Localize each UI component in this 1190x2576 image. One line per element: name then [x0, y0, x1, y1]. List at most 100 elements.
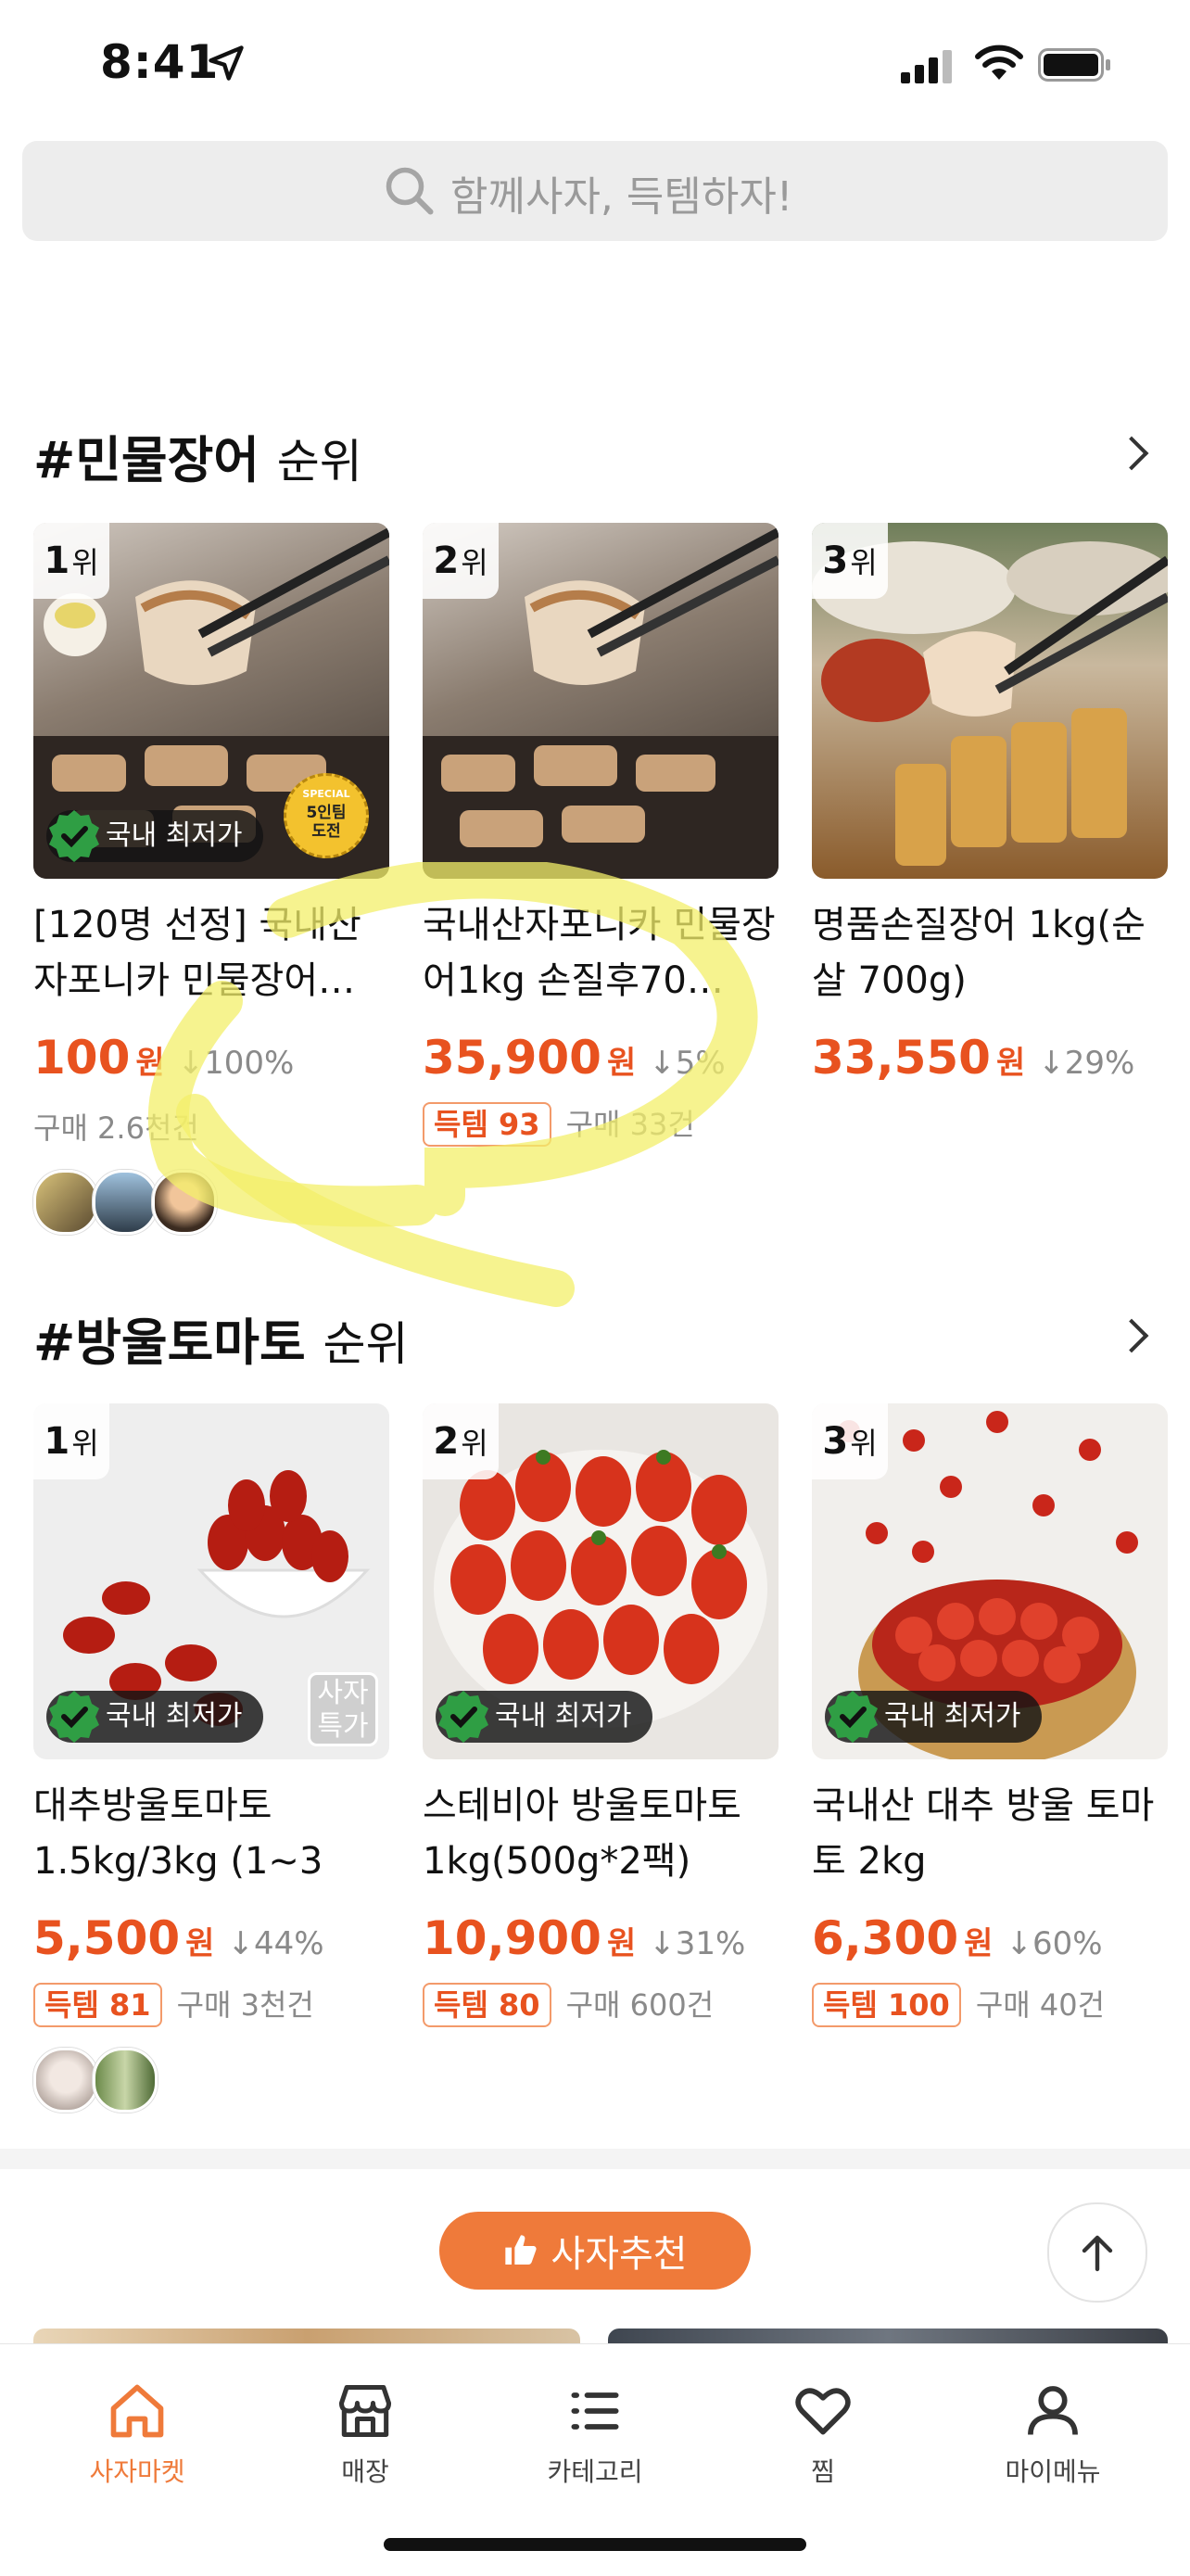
- product-name: 명품손질장어 1kg(순살 700g): [812, 904, 1146, 1002]
- verified-check-icon: [438, 1691, 488, 1743]
- rank-unit: 위: [461, 545, 488, 580]
- product-card[interactable]: 2위 국내 최저가 스테비아 방울토마토 1kg(500g*2팩) 10,900…: [423, 1403, 779, 2027]
- section-suffix: 순위: [276, 435, 362, 489]
- price-unit: 원: [185, 1925, 215, 1962]
- heart-icon: [795, 2388, 851, 2435]
- chevron-right-icon[interactable]: [1114, 1318, 1149, 1353]
- status-time: 8:41: [100, 35, 220, 89]
- product-image: 3위: [812, 523, 1168, 879]
- badge-label: 국내 최저가: [106, 1700, 243, 1732]
- search-icon: [386, 167, 434, 215]
- lowest-price-badge: 국내 최저가: [436, 1691, 652, 1743]
- rank-badge: 1위: [33, 523, 109, 599]
- rank-number: 3: [822, 1420, 849, 1463]
- discount-value: 31%: [675, 1925, 746, 1962]
- deal-tag: 득템 81: [33, 1983, 162, 2027]
- store-icon: [338, 2384, 392, 2438]
- price-row: 5,500 원 ↓44%: [33, 1911, 389, 1965]
- highlight-scribble: [147, 862, 758, 1307]
- verified-check-icon: [49, 810, 99, 862]
- rank-unit: 위: [71, 1426, 99, 1461]
- tab-category[interactable]: 카테고리: [502, 2363, 688, 2489]
- deal-tag: 득템 100: [812, 1983, 961, 2027]
- stamp-line: SPECIAL: [302, 788, 350, 800]
- deal-row: 득템 100 구매 40건: [812, 1982, 1168, 2027]
- section-divider: [0, 2149, 1190, 2169]
- tab-home[interactable]: 사자마켓: [44, 2363, 230, 2489]
- search-bar[interactable]: 함께사자, 득템하자!: [22, 141, 1168, 241]
- price-unit: 원: [995, 1045, 1026, 1082]
- tab-wishlist[interactable]: 찜: [730, 2363, 916, 2489]
- down-arrow-icon: ↓: [649, 1925, 676, 1962]
- rank-unit: 위: [461, 1426, 488, 1461]
- down-arrow-icon: ↓: [227, 1925, 254, 1962]
- deal-row: 득템 81 구매 3천건: [33, 1982, 389, 2027]
- purchase-count: 구매 40건: [975, 1987, 1106, 2023]
- price-unit: 원: [964, 1925, 994, 1962]
- cellular-signal-icon: [901, 50, 952, 83]
- discount-value: 60%: [1032, 1925, 1103, 1962]
- scroll-top-button[interactable]: [1047, 2202, 1147, 2303]
- product-card[interactable]: 3위 국내 최저가 국내산 대추 방울 토마토 2kg 6,300 원 ↓60% 득…: [812, 1403, 1168, 2027]
- thumbs-up-icon: [505, 2235, 537, 2265]
- discount-value: 44%: [253, 1925, 324, 1962]
- tab-label: 카테고리: [547, 2456, 643, 2487]
- tab-label: 마이메뉴: [1005, 2456, 1101, 2487]
- product-name: 대추방울토마토 1.5kg/3kg (1~3번…: [33, 1784, 323, 1883]
- product-image: 3위 국내 최저가: [812, 1403, 1168, 1759]
- verified-check-icon: [828, 1691, 878, 1743]
- discount: ↓31%: [649, 1925, 745, 1962]
- wifi-icon: [975, 44, 1023, 80]
- product-image: 2위: [423, 523, 779, 879]
- product-name: 국내산 대추 방울 토마토 2kg: [812, 1784, 1155, 1883]
- section-title-eel[interactable]: #민물장어 순위: [33, 419, 362, 492]
- recommend-label: 사자추천: [551, 2233, 688, 2276]
- person-icon: [1028, 2386, 1078, 2435]
- lowest-price-badge: 국내 최저가: [46, 1691, 263, 1743]
- product-image: 1위 국내 최저가 SPECIAL 5인팀 도전: [33, 523, 389, 879]
- rank-unit: 위: [850, 545, 878, 580]
- tab-label: 찜: [811, 2456, 835, 2487]
- price-row: 6,300 원 ↓60%: [812, 1911, 1168, 1965]
- special-price-label: 사자특가: [308, 1672, 378, 1746]
- product-card[interactable]: 3위 명품손질장어 1kg(순살 700g) 33,550 원 ↓29%: [812, 523, 1168, 1085]
- purchase-count: 구매 3천건: [176, 1987, 314, 2023]
- price: 33,550: [812, 1031, 991, 1085]
- deal-tag: 득템 80: [423, 1983, 551, 2027]
- rank-number: 1: [44, 539, 70, 582]
- list-icon: [571, 2392, 619, 2430]
- arrow-up-icon: [1082, 2235, 1113, 2272]
- section-hashtag: #방울토마토: [33, 1313, 306, 1372]
- stamp-line: 5인팀: [306, 804, 347, 822]
- badge-label: 국내 최저가: [495, 1700, 632, 1732]
- section-title-tomato[interactable]: #방울토마토 순위: [33, 1301, 408, 1375]
- tab-my-menu[interactable]: 마이메뉴: [960, 2363, 1146, 2489]
- home-icon: [110, 2384, 164, 2438]
- price: 6,300: [812, 1911, 959, 1965]
- price-row: 33,550 원 ↓29%: [812, 1031, 1168, 1085]
- discount: ↓44%: [227, 1925, 323, 1962]
- rank-badge: 2위: [423, 1403, 499, 1479]
- section-hashtag: #민물장어: [33, 431, 260, 489]
- rank-number: 1: [44, 1420, 70, 1463]
- price: 10,900: [423, 1911, 601, 1965]
- rank-badge: 3위: [812, 523, 888, 599]
- discount-value: 29%: [1064, 1045, 1135, 1082]
- badge-label: 국내 최저가: [884, 1700, 1021, 1732]
- tab-label: 매장: [341, 2456, 389, 2487]
- rank-number: 2: [433, 539, 460, 582]
- verified-check-icon: [49, 1691, 99, 1743]
- stamp-line: 도전: [311, 822, 341, 841]
- chevron-right-icon[interactable]: [1114, 436, 1149, 471]
- rank-badge: 1위: [33, 1403, 109, 1479]
- tab-store[interactable]: 매장: [272, 2363, 458, 2489]
- avatar: [33, 2048, 98, 2113]
- avatar: [93, 2048, 158, 2113]
- discount: ↓29%: [1038, 1045, 1134, 1082]
- product-card[interactable]: 1위 국내 최저가 사자특가 대추방울토마토 1.5kg/3kg (1~3번… …: [33, 1403, 389, 2113]
- product-name: 스테비아 방울토마토 1kg(500g*2팩): [423, 1784, 741, 1883]
- price-unit: 원: [606, 1925, 637, 1962]
- recommend-button[interactable]: 사자추천: [439, 2212, 751, 2290]
- lowest-price-badge: 국내 최저가: [825, 1691, 1042, 1743]
- purchase-count: 구매 600건: [565, 1987, 715, 2023]
